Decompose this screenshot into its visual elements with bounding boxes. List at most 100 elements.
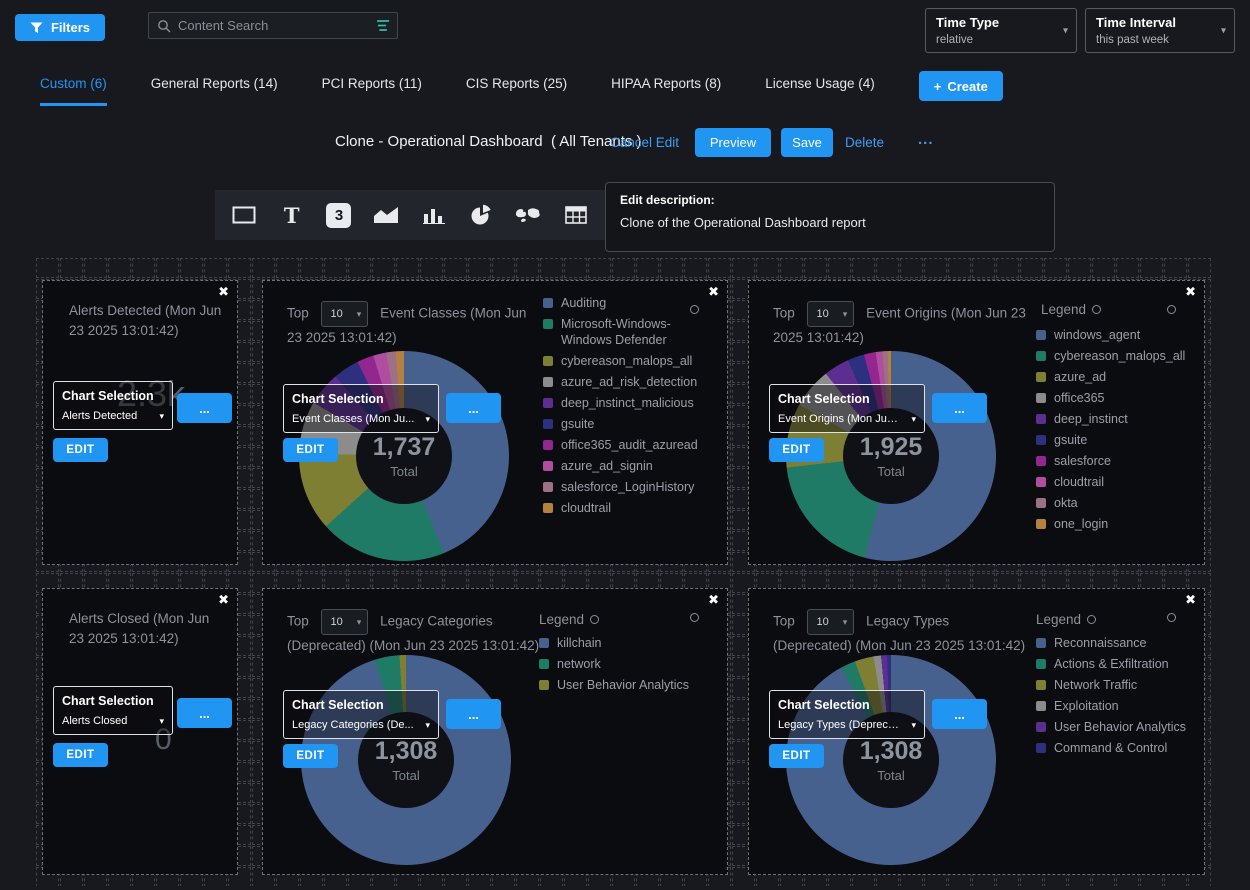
close-icon[interactable]: ✖ xyxy=(1185,592,1196,608)
chart-selection-dropdown[interactable]: Legacy Types (Depreca... ▾ xyxy=(778,719,916,731)
widget-more-button[interactable]: ... xyxy=(446,393,501,423)
close-icon[interactable]: ✖ xyxy=(218,284,229,300)
chart-selection-dropdown[interactable]: Event Origins (Mon Jun... ▾ xyxy=(778,413,916,425)
legend-label: Actions & Exfiltration xyxy=(1054,656,1169,672)
legend-toggle-icon[interactable] xyxy=(1167,305,1176,314)
grid-cell xyxy=(780,258,803,278)
legend-item[interactable]: deep_instinct xyxy=(1036,411,1194,427)
legend-item[interactable]: Network Traffic xyxy=(1036,677,1194,693)
grid-cell xyxy=(564,258,587,278)
search-input[interactable] xyxy=(178,18,366,33)
legend-item[interactable]: killchain xyxy=(539,635,714,651)
legend-info-icon[interactable] xyxy=(1092,305,1101,314)
tab-license-usage[interactable]: License Usage (4) xyxy=(765,76,875,103)
legend-item[interactable]: gsuite xyxy=(1036,432,1194,448)
widget-more-button[interactable]: ... xyxy=(177,393,232,423)
more-actions-link[interactable]: ... xyxy=(918,131,934,148)
legend-label: office365_audit_azuread xyxy=(561,437,698,453)
time-interval-select[interactable]: Time Interval this past week ▾ xyxy=(1085,8,1235,53)
create-button[interactable]: + Create xyxy=(919,71,1003,101)
widget-title: Alerts Detected (Mon Jun 23 2025 13:01:4… xyxy=(43,281,237,341)
legend-item[interactable]: Command & Control xyxy=(1036,740,1194,756)
preview-button[interactable]: Preview xyxy=(695,128,771,157)
tab-custom[interactable]: Custom (6) xyxy=(40,76,107,106)
widget-more-button[interactable]: ... xyxy=(932,699,987,729)
close-icon[interactable]: ✖ xyxy=(1185,284,1196,300)
rectangle-widget-icon[interactable] xyxy=(226,197,262,233)
widget-title: Alerts Closed (Mon Jun 23 2025 13:01:42) xyxy=(43,589,237,649)
tab-general-reports[interactable]: General Reports (14) xyxy=(151,76,278,103)
legend-item[interactable]: one_login xyxy=(1036,516,1194,532)
chevron-down-icon: ▾ xyxy=(425,414,430,425)
widget-more-button[interactable]: ... xyxy=(446,699,501,729)
legend-item[interactable]: gsuite xyxy=(543,416,719,432)
widget-edit-button[interactable]: EDIT xyxy=(769,438,824,462)
tab-hipaa-reports[interactable]: HIPAA Reports (8) xyxy=(611,76,721,103)
legend-item[interactable]: azure_ad_risk_detection xyxy=(543,374,719,390)
widget-more-button[interactable]: ... xyxy=(932,393,987,423)
widget-edit-button[interactable]: EDIT xyxy=(769,744,824,768)
chart-selection-dropdown[interactable]: Event Classes (Mon Ju... ▾ xyxy=(292,413,430,425)
grid-cell xyxy=(1020,258,1043,278)
legend-item[interactable]: salesforce xyxy=(1036,453,1194,469)
chart-selection-dropdown[interactable]: Legacy Categories (De... ▾ xyxy=(292,719,430,731)
close-icon[interactable]: ✖ xyxy=(708,592,719,608)
text-widget-icon[interactable]: T xyxy=(274,197,310,233)
bar-chart-widget-icon[interactable] xyxy=(416,197,452,233)
advanced-filter-icon[interactable] xyxy=(371,19,390,32)
legend-item[interactable]: office365 xyxy=(1036,390,1194,406)
legend-item[interactable]: User Behavior Analytics xyxy=(539,677,714,693)
save-button[interactable]: Save xyxy=(781,128,833,157)
table-widget-icon[interactable] xyxy=(558,197,594,233)
widget-edit-button[interactable]: EDIT xyxy=(53,743,108,767)
legend-item[interactable]: azure_ad xyxy=(1036,369,1194,385)
close-icon[interactable]: ✖ xyxy=(708,284,719,300)
top-n-select[interactable]: 10 ▾ xyxy=(807,609,855,635)
legend-item[interactable]: windows_agent xyxy=(1036,327,1194,343)
legend-item[interactable]: salesforce_LoginHistory xyxy=(543,479,719,495)
edit-description-field[interactable]: Edit description: Clone of the Operation… xyxy=(605,182,1055,252)
time-type-select[interactable]: Time Type relative ▾ xyxy=(925,8,1077,53)
legend-item[interactable]: office365_audit_azuread xyxy=(543,437,719,453)
legend-item[interactable]: azure_ad_signin xyxy=(543,458,719,474)
legend-info-icon[interactable] xyxy=(1087,615,1096,624)
tab-cis-reports[interactable]: CIS Reports (25) xyxy=(466,76,567,103)
legend-item[interactable]: Actions & Exfiltration xyxy=(1036,656,1194,672)
chart-selection-value: Event Classes (Mon Ju... xyxy=(292,413,414,425)
chart-selection-dropdown[interactable]: Alerts Closed ▾ xyxy=(62,715,164,727)
legend-item[interactable]: network xyxy=(539,656,714,672)
world-map-widget-icon[interactable] xyxy=(510,197,546,233)
donut-total: 1,925 xyxy=(860,433,923,462)
widget-more-button[interactable]: ... xyxy=(177,698,232,728)
delete-link[interactable]: Delete xyxy=(845,135,884,150)
legend-item[interactable]: Reconnaissance xyxy=(1036,635,1194,651)
legend-item[interactable]: deep_instinct_malicious xyxy=(543,395,719,411)
widget-edit-button[interactable]: EDIT xyxy=(283,744,338,768)
legend-info-icon[interactable] xyxy=(590,615,599,624)
legend-item[interactable]: cloudtrail xyxy=(543,500,719,516)
tab-pci-reports[interactable]: PCI Reports (11) xyxy=(322,76,422,103)
close-icon[interactable]: ✖ xyxy=(218,592,229,608)
top-n-select[interactable]: 10 ▾ xyxy=(321,609,369,635)
top-n-select[interactable]: 10 ▾ xyxy=(807,301,855,327)
legend-item[interactable]: Exploitation xyxy=(1036,698,1194,714)
number-widget-icon[interactable]: 3 xyxy=(321,197,357,233)
widget-edit-button[interactable]: EDIT xyxy=(53,438,108,462)
chart-legend: Reconnaissance Actions & Exfiltration Netw… xyxy=(1036,635,1194,756)
legend-item[interactable]: cloudtrail xyxy=(1036,474,1194,490)
legend-item[interactable]: User Behavior Analytics xyxy=(1036,719,1194,735)
widget-edit-button[interactable]: EDIT xyxy=(283,438,338,462)
cancel-edit-link[interactable]: Cancel Edit xyxy=(610,135,679,150)
area-chart-widget-icon[interactable] xyxy=(368,197,404,233)
chart-selection-dropdown[interactable]: Alerts Detected ▾ xyxy=(62,410,164,422)
legend-toggle-icon[interactable] xyxy=(1167,613,1176,622)
pie-chart-widget-icon[interactable] xyxy=(463,197,499,233)
filters-button[interactable]: Filters xyxy=(15,14,105,41)
legend-item[interactable]: okta xyxy=(1036,495,1194,511)
legend-item[interactable]: cybereason_malops_all xyxy=(543,353,719,369)
legend-item[interactable]: Microsoft-Windows-Windows Defender xyxy=(543,316,719,348)
legend-toggle-icon[interactable] xyxy=(690,613,699,622)
legend-item[interactable]: cybereason_malops_all xyxy=(1036,348,1194,364)
legend-toggle-icon[interactable] xyxy=(690,305,699,314)
top-n-select[interactable]: 10 ▾ xyxy=(321,301,369,327)
